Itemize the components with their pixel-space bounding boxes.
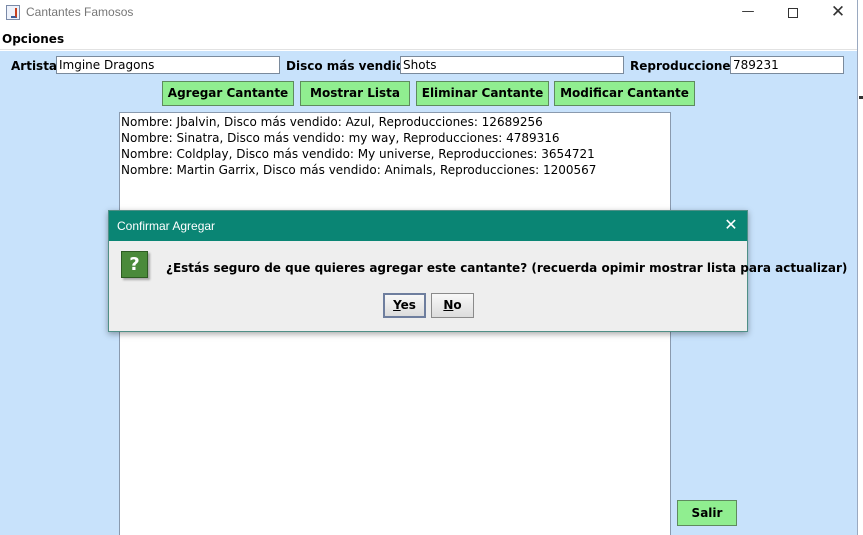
yes-button[interactable]: Yes	[383, 293, 426, 318]
yes-mnemonic: Y	[393, 298, 401, 312]
disco-field[interactable]: Shots	[400, 56, 624, 74]
salir-button[interactable]: Salir	[677, 500, 737, 526]
list-item: Nombre: Coldplay, Disco más vendido: My …	[121, 147, 595, 161]
reproducciones-label: Reproducciones:	[630, 59, 743, 73]
mostrar-lista-button[interactable]: Mostrar Lista	[300, 81, 410, 106]
menu-opciones[interactable]: Opciones	[2, 32, 64, 46]
modificar-cantante-button[interactable]: Modificar Cantante	[554, 81, 695, 106]
eliminar-cantante-button[interactable]: Eliminar Cantante	[416, 81, 549, 106]
artista-label: Artista:	[11, 59, 62, 73]
no-button[interactable]: No	[431, 293, 474, 318]
no-mnemonic: N	[443, 298, 454, 312]
agregar-cantante-button[interactable]: Agregar Cantante	[162, 81, 294, 106]
close-window-button[interactable]: ✕	[815, 0, 861, 26]
dialog-close-button[interactable]: ✕	[717, 214, 745, 238]
java-app-icon	[6, 5, 20, 20]
reproducciones-field[interactable]: 789231	[730, 56, 844, 74]
question-icon: ?	[121, 251, 148, 278]
list-item: Nombre: Martin Garrix, Disco más vendido…	[121, 163, 597, 177]
dialog-title: Confirmar Agregar	[117, 219, 216, 233]
dialog-message: ¿Estás seguro de que quieres agregar est…	[166, 261, 848, 275]
dialog-titlebar: Confirmar Agregar ✕	[109, 211, 747, 241]
window-title: Cantantes Famosos	[26, 5, 134, 19]
maximize-icon	[788, 7, 798, 18]
disco-label: Disco más vendido:	[286, 59, 418, 73]
list-item: Nombre: Jbalvin, Disco más vendido: Azul…	[121, 115, 543, 129]
maximize-button[interactable]	[770, 0, 816, 26]
window-edge	[857, 0, 863, 535]
menu-bar: Opciones	[0, 28, 857, 50]
list-item: Nombre: Sinatra, Disco más vendido: my w…	[121, 131, 560, 145]
no-label-rest: o	[453, 298, 462, 312]
confirm-dialog: Confirmar Agregar ✕ ? ¿Estás seguro de q…	[108, 210, 847, 332]
artista-field[interactable]: Imgine Dragons	[56, 56, 280, 74]
minimize-button[interactable]: —	[725, 0, 771, 26]
window-titlebar: Cantantes Famosos — ✕	[0, 0, 857, 26]
yes-label-rest: es	[400, 298, 416, 312]
